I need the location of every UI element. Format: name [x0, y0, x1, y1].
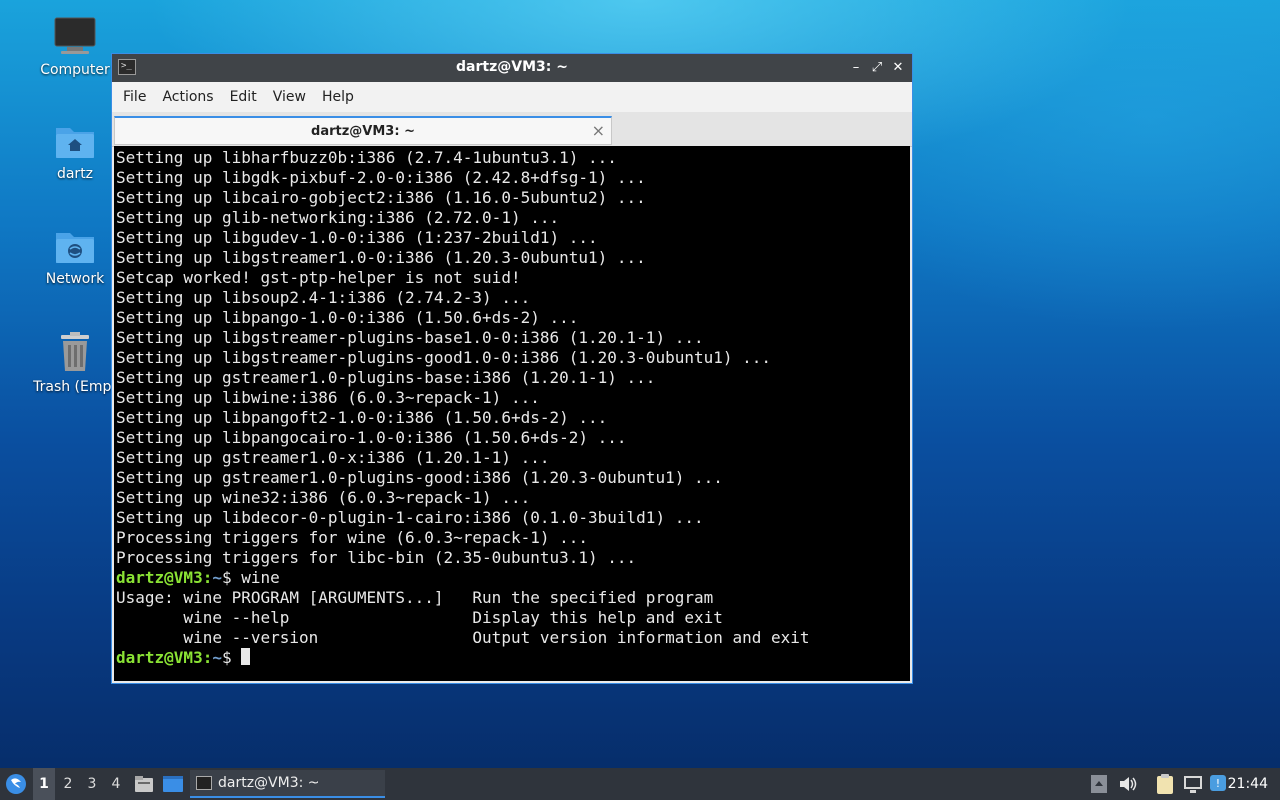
trash-icon: [61, 332, 89, 371]
desktop-icon-home[interactable]: dartz: [25, 122, 125, 182]
terminal-app-icon: [196, 776, 212, 790]
svg-text:!: !: [1216, 777, 1220, 790]
terminal-line: Setting up libgstreamer-plugins-good1.0-…: [116, 348, 772, 367]
terminal-line: Setting up libpangocairo-1.0-0:i386 (1.5…: [116, 428, 627, 447]
terminal-line: Setting up libwine:i386 (6.0.3~repack-1)…: [116, 388, 540, 407]
prompt-end: $: [221, 648, 242, 667]
terminal-line: Setting up gstreamer1.0-plugins-good:i38…: [116, 468, 723, 487]
maximize-button[interactable]: ⤢: [868, 59, 886, 77]
close-button[interactable]: ✕: [889, 59, 907, 77]
tab-title: dartz@VM3: ~: [311, 124, 415, 139]
terminal-line: Setting up libgudev-1.0-0:i386 (1:237-2b…: [116, 228, 598, 247]
prompt-end: $: [221, 568, 242, 587]
workspace-3[interactable]: 3: [81, 768, 103, 800]
file-manager-icon[interactable]: [134, 774, 154, 794]
menu-file[interactable]: File: [116, 89, 153, 105]
menubar: File Actions Edit View Help: [112, 82, 912, 112]
prompt-user: dartz@VM3: [116, 648, 203, 667]
usage-line: Usage: wine PROGRAM [ARGUMENTS...] Run t…: [116, 588, 714, 607]
terminal-line: Setting up libgstreamer1.0-0:i386 (1.20.…: [116, 248, 646, 267]
terminal-line: Setting up libsoup2.4-1:i386 (2.74.2-3) …: [116, 288, 531, 307]
volume-icon[interactable]: [1118, 774, 1138, 794]
text-cursor: [241, 648, 251, 665]
terminal-window: >_ dartz@VM3: ~ – ⤢ ✕ File Actions Edit …: [111, 53, 913, 684]
terminal-line: Setting up libgdk-pixbuf-2.0-0:i386 (2.4…: [116, 168, 646, 187]
command-text: wine: [241, 568, 280, 587]
terminal-line: Processing triggers for wine (6.0.3~repa…: [116, 528, 589, 547]
window-title: dartz@VM3: ~: [456, 59, 568, 75]
terminal-output[interactable]: Setting up libharfbuzz0b:i386 (2.7.4-1ub…: [114, 146, 910, 681]
tab-bar: dartz@VM3: ~ ×: [112, 112, 912, 147]
show-desktop-icon[interactable]: [162, 774, 184, 794]
prompt-path: ~: [212, 568, 222, 587]
desktop-icon-label: Computer: [40, 62, 110, 78]
tab-terminal[interactable]: dartz@VM3: ~ ×: [114, 116, 612, 145]
terminal-line: Setting up libdecor-0-plugin-1-cairo:i38…: [116, 508, 704, 527]
desktop-icon-computer[interactable]: Computer: [25, 16, 125, 78]
menu-actions[interactable]: Actions: [155, 89, 220, 105]
terminal-line: Setting up libcairo-gobject2:i386 (1.16.…: [116, 188, 646, 207]
desktop-icon-label: Trash (Empt: [33, 379, 117, 395]
workspace-4[interactable]: 4: [105, 768, 127, 800]
network-folder-icon: [56, 233, 94, 263]
window-titlebar[interactable]: >_ dartz@VM3: ~ – ⤢ ✕: [112, 54, 912, 82]
home-folder-icon: [56, 128, 94, 158]
desktop-icon-network[interactable]: Network: [25, 227, 125, 287]
workspace-1[interactable]: 1: [33, 768, 55, 800]
desktop-icon-label: Network: [45, 271, 105, 287]
terminal-line: Setting up gstreamer1.0-plugins-base:i38…: [116, 368, 656, 387]
taskbar-task-terminal[interactable]: dartz@VM3: ~: [190, 770, 385, 798]
prompt-separator: :: [202, 648, 213, 667]
tab-close-icon[interactable]: ×: [592, 121, 605, 140]
terminal-line: Setting up libharfbuzz0b:i386 (2.7.4-1ub…: [116, 148, 617, 167]
terminal-line: Setting up libpangoft2-1.0-0:i386 (1.50.…: [116, 408, 608, 427]
prompt-line: dartz@VM3:~$ wine: [116, 568, 910, 588]
computer-icon: [54, 17, 96, 54]
taskbar-clock[interactable]: 21:44: [1228, 768, 1268, 800]
task-label: dartz@VM3: ~: [218, 775, 320, 791]
menu-edit[interactable]: Edit: [223, 89, 264, 105]
terminal-line: Setting up glib-networking:i386 (2.72.0-…: [116, 208, 560, 227]
terminal-line: Setting up libgstreamer-plugins-base1.0-…: [116, 328, 704, 347]
start-menu-icon[interactable]: [4, 772, 28, 796]
update-notifier-icon[interactable]: !: [1208, 773, 1228, 795]
network-icon[interactable]: [1182, 773, 1204, 795]
current-prompt-line[interactable]: dartz@VM3:~$: [116, 648, 910, 668]
prompt-path: ~: [212, 648, 222, 667]
workspace-2[interactable]: 2: [57, 768, 79, 800]
prompt-user: dartz@VM3: [116, 568, 203, 587]
terminal-line: Setting up libpango-1.0-0:i386 (1.50.6+d…: [116, 308, 579, 327]
desktop-icon-label: dartz: [56, 166, 94, 182]
terminal-line: Setcap worked! gst-ptp-helper is not sui…: [116, 268, 521, 287]
clipboard-icon[interactable]: [1155, 773, 1175, 795]
terminal-line: Setting up gstreamer1.0-x:i386 (1.20.1-1…: [116, 448, 550, 467]
menu-view[interactable]: View: [266, 89, 313, 105]
taskbar: 1 2 3 4 dartz@VM3: ~ ! 21:44: [0, 768, 1280, 800]
desktop-icon-trash[interactable]: Trash (Empt: [25, 331, 125, 395]
minimize-button[interactable]: –: [847, 59, 865, 77]
menu-help[interactable]: Help: [315, 89, 361, 105]
terminal-line: Processing triggers for libc-bin (2.35-0…: [116, 548, 637, 567]
terminal-line: Setting up wine32:i386 (6.0.3~repack-1) …: [116, 488, 531, 507]
removable-media-icon[interactable]: [1090, 774, 1108, 794]
usage-line: wine --help Display this help and exit: [116, 608, 723, 627]
usage-line: wine --version Output version informatio…: [116, 628, 810, 647]
prompt-separator: :: [202, 568, 213, 587]
